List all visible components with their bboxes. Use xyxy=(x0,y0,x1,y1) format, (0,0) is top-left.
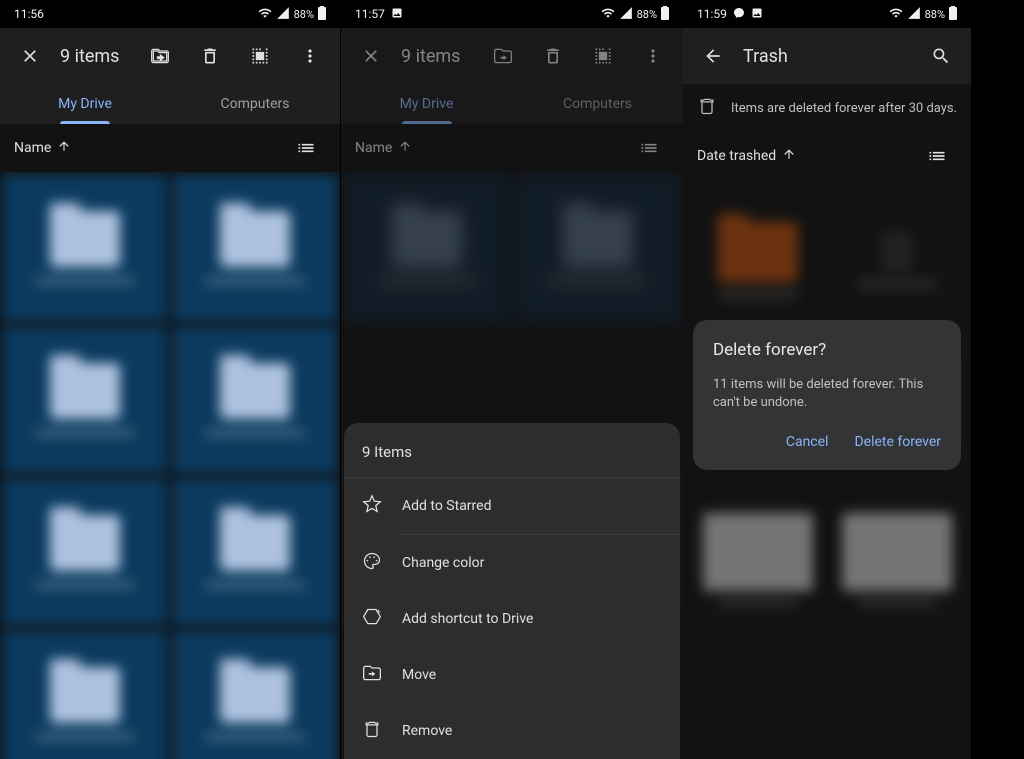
wifi-icon xyxy=(601,6,615,23)
folder-item xyxy=(514,174,681,322)
sheet-label: Change color xyxy=(402,555,484,571)
arrow-up-icon xyxy=(398,139,412,157)
sort-label: Name xyxy=(14,140,51,156)
sheet-label: Move xyxy=(402,667,436,683)
delete-forever-button[interactable]: Delete forever xyxy=(854,434,941,450)
app-bar: 9 items xyxy=(0,28,340,84)
tab-my-drive[interactable]: My Drive xyxy=(341,84,512,124)
sort-bar: Name xyxy=(0,124,340,172)
dialog-title: Delete forever? xyxy=(713,340,941,360)
sheet-move[interactable]: Move xyxy=(344,647,680,703)
wifi-icon xyxy=(258,6,272,23)
sheet-title: 9 Items xyxy=(344,427,680,478)
status-bar: 11:56 88% xyxy=(0,0,340,28)
sheet-label: Remove xyxy=(402,723,452,739)
move-to-icon[interactable] xyxy=(483,36,523,76)
sheet-change-color[interactable]: Change color xyxy=(344,535,680,591)
folder-item[interactable] xyxy=(2,326,168,474)
close-icon[interactable] xyxy=(10,36,50,76)
status-time: 11:57 xyxy=(355,7,385,21)
folder-item[interactable] xyxy=(172,326,338,474)
status-bar: 11:57 88% xyxy=(341,0,683,28)
sort-button[interactable]: Name xyxy=(14,139,71,157)
move-folder-icon xyxy=(362,663,382,687)
battery-icon xyxy=(318,6,326,23)
battery-text: 88% xyxy=(637,8,657,21)
more-icon[interactable] xyxy=(633,36,673,76)
svg-text:+: + xyxy=(376,608,381,618)
folder-item[interactable] xyxy=(172,174,338,322)
folder-item[interactable] xyxy=(172,630,338,759)
battery-text: 88% xyxy=(294,8,314,21)
close-icon[interactable] xyxy=(351,36,391,76)
trash-icon[interactable] xyxy=(190,36,230,76)
trash-icon[interactable] xyxy=(533,36,573,76)
delete-dialog: Delete forever? 11 items will be deleted… xyxy=(693,320,961,470)
select-all-icon[interactable] xyxy=(583,36,623,76)
status-time: 11:56 xyxy=(14,7,44,21)
tab-my-drive[interactable]: My Drive xyxy=(0,84,170,124)
sheet-label: Add shortcut to Drive xyxy=(402,611,533,627)
tab-computers[interactable]: Computers xyxy=(170,84,340,124)
tab-computers[interactable]: Computers xyxy=(512,84,683,124)
more-icon[interactable] xyxy=(290,36,330,76)
select-all-icon[interactable] xyxy=(240,36,280,76)
signal-icon xyxy=(276,6,290,23)
dialog-body: 11 items will be deleted forever. This c… xyxy=(713,376,941,412)
tabs: My Drive Computers xyxy=(0,84,340,124)
folder-item[interactable] xyxy=(172,478,338,626)
file-grid xyxy=(0,172,340,759)
sheet-remove[interactable]: Remove xyxy=(344,703,680,759)
bottom-sheet: 9 Items Add to Starred Change color + Ad… xyxy=(344,423,680,759)
notification-image-icon xyxy=(391,7,403,22)
palette-icon xyxy=(362,551,382,575)
sheet-label: Add to Starred xyxy=(402,498,491,514)
signal-icon xyxy=(619,6,633,23)
folder-item[interactable] xyxy=(2,478,168,626)
folder-item[interactable] xyxy=(2,630,168,759)
sort-label: Name xyxy=(355,140,392,156)
sheet-add-shortcut[interactable]: + Add shortcut to Drive xyxy=(344,591,680,647)
sort-bar: Name xyxy=(341,124,683,172)
cancel-button[interactable]: Cancel xyxy=(786,434,829,450)
folder-item xyxy=(343,174,510,322)
app-bar: 9 items xyxy=(341,28,683,84)
drive-shortcut-icon: + xyxy=(362,607,382,631)
selection-title: 9 items xyxy=(401,46,473,67)
tabs: My Drive Computers xyxy=(341,84,683,124)
selection-title: 9 items xyxy=(60,46,130,67)
sheet-add-starred[interactable]: Add to Starred xyxy=(344,478,680,534)
trash-icon xyxy=(362,719,382,743)
battery-icon xyxy=(661,6,669,23)
folder-item[interactable] xyxy=(2,174,168,322)
move-to-icon[interactable] xyxy=(140,36,180,76)
view-list-icon[interactable] xyxy=(286,128,326,168)
view-list-icon[interactable] xyxy=(629,128,669,168)
arrow-up-icon xyxy=(57,139,71,157)
star-icon xyxy=(362,494,382,518)
sort-button[interactable]: Name xyxy=(355,139,412,157)
